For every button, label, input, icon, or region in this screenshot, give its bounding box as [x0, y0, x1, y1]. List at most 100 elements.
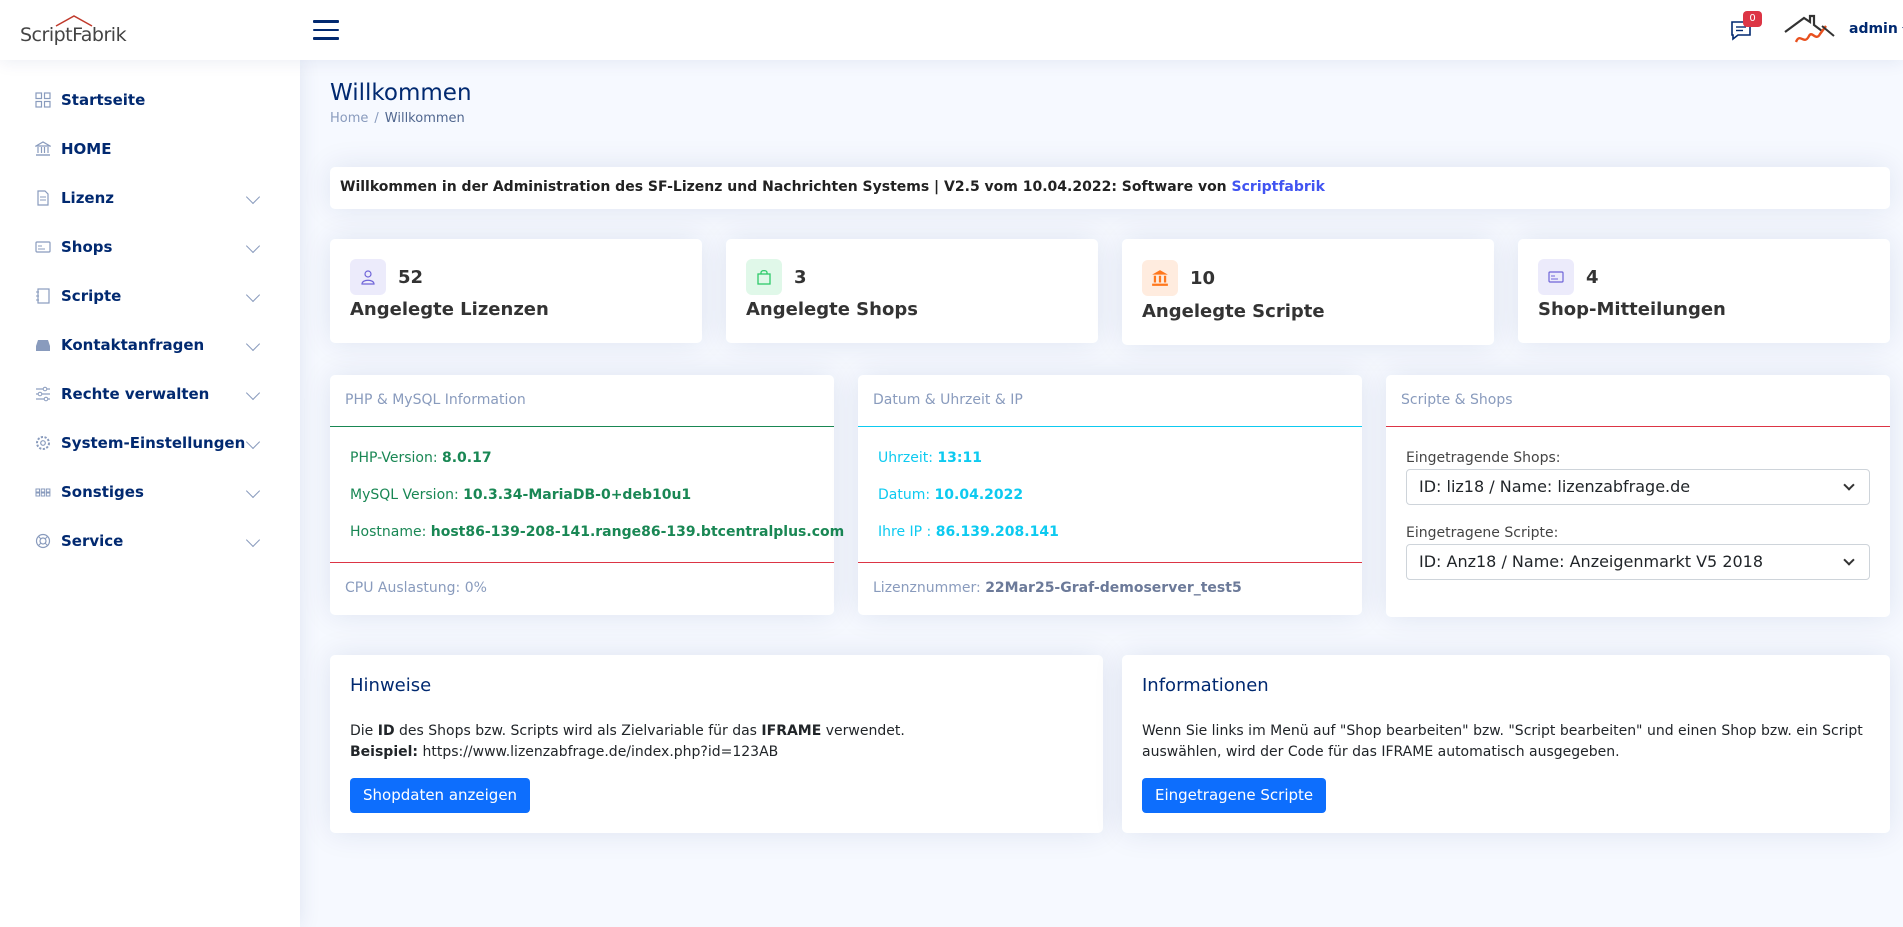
sidebar-item-startseite[interactable]: Startseite	[20, 81, 270, 119]
php-mysql-card: PHP & MySQL Information PHP-Version: 8.0…	[330, 375, 844, 615]
stat-label: Angelegte Shops	[746, 299, 918, 320]
eingetragene-scripte-button[interactable]: Eingetragene Scripte	[1142, 778, 1327, 813]
cpu-usage: CPU Auslastung: 0%	[345, 580, 487, 596]
bank-icon	[35, 141, 51, 156]
time-label: Uhrzeit:	[878, 450, 938, 466]
stat-count: 10	[1190, 268, 1216, 289]
card-title: Informationen	[1142, 675, 1269, 696]
chevron-down-icon	[245, 189, 261, 205]
bank-icon	[1142, 260, 1178, 296]
scripts-select-value: ID: Anz18 / Name: Anzeigenmarkt V5 2018	[1419, 552, 1764, 571]
gear-icon	[36, 436, 50, 450]
divider	[330, 562, 834, 563]
stat-label: Angelegte Scripte	[1142, 301, 1325, 322]
ip: Ihre IP : 86.139.208.141	[878, 524, 1059, 540]
sidebar-item-home[interactable]: HOME	[20, 130, 270, 168]
example-url: https://www.lizenzabfrage.de/index.php?i…	[418, 744, 779, 760]
breadcrumb-home[interactable]: Home	[330, 111, 368, 126]
hostname-label: Hostname:	[350, 524, 431, 540]
burger-line	[313, 28, 339, 31]
stat-label: Shop-Mitteilungen	[1538, 299, 1726, 320]
bag-icon	[746, 259, 782, 295]
chevron-down-icon	[1843, 554, 1855, 566]
hostname-value: host86-139-208-141.range86-139.btcentral…	[430, 524, 845, 540]
user-menu[interactable]: admin	[1849, 21, 1903, 37]
informationen-text: Wenn Sie links im Menü auf "Shop bearbei…	[1142, 723, 1863, 760]
messages-badge: 0	[1743, 11, 1762, 27]
scripts-select-label: Eingetragene Scripte:	[1406, 525, 1559, 541]
text: verwendet.	[821, 723, 905, 739]
person-icon	[350, 259, 386, 295]
license-label: Lizenznummer:	[873, 580, 986, 596]
date: Datum: 10.04.2022	[878, 487, 1023, 503]
hinweise-text: Die ID des Shops bzw. Scripts wird als Z…	[350, 721, 1085, 763]
card-title: Scripte & Shops	[1401, 392, 1513, 408]
sidebar-item-sonstiges[interactable]: Sonstiges	[20, 473, 270, 511]
avatar[interactable]	[1782, 12, 1838, 48]
php-version-label: PHP-Version:	[350, 450, 442, 466]
scripts-select[interactable]: ID: Anz18 / Name: Anzeigenmarkt V5 2018	[1406, 544, 1870, 580]
sidebar-item-label: Sonstiges	[61, 483, 144, 501]
user-name: admin	[1849, 21, 1898, 37]
chevron-down-icon	[245, 336, 261, 352]
chevron-down-icon	[245, 434, 261, 450]
ip-label: Ihre IP :	[878, 524, 936, 540]
sidebar-item-label: Startseite	[61, 91, 146, 109]
date-label: Datum:	[878, 487, 935, 503]
page-title: Willkommen	[330, 80, 472, 106]
logo-text: ScriptFabrik	[20, 24, 127, 46]
scripts-shops-card: Scripte & Shops Eingetragende Shops: ID:…	[1386, 375, 1890, 617]
menu-toggle-button[interactable]	[313, 20, 339, 40]
chevron-down-icon	[1843, 479, 1855, 491]
sidebar-item-label: HOME	[61, 140, 112, 158]
text-bold: Beispiel:	[350, 744, 419, 760]
time-value: 13:11	[937, 450, 982, 466]
stat-count: 4	[1586, 267, 1599, 288]
divider	[1386, 426, 1890, 427]
stat-card-lizenzen: 52 Angelegte Lizenzen	[330, 239, 702, 343]
sidebar-item-lizenz[interactable]: Lizenz	[20, 179, 270, 217]
welcome-text: Willkommen in der Administration des SF-…	[340, 179, 1232, 195]
stat-card-scripte: 10 Angelegte Scripte	[1122, 239, 1494, 345]
stat-label: Angelegte Lizenzen	[350, 299, 549, 320]
chevron-down-icon	[245, 385, 261, 401]
sidebar-item-label: Shops	[61, 238, 113, 256]
chevron-down-icon	[245, 287, 261, 303]
stat-count: 3	[794, 267, 807, 288]
mysql-version-value: 10.3.34-MariaDB-0+deb10u1	[463, 487, 692, 503]
text-bold: ID	[377, 723, 395, 739]
file-icon	[37, 190, 49, 206]
stat-card-shops: 3 Angelegte Shops	[726, 239, 1098, 343]
text: Die	[350, 723, 378, 739]
sidebar-item-rechte-verwalten[interactable]: Rechte verwalten	[20, 375, 270, 413]
scriptfabrik-link[interactable]: Scriptfabrik	[1232, 179, 1325, 195]
sidebar: Startseite HOME Lizenz Shops Scripte Kon…	[0, 60, 300, 927]
time: Uhrzeit: 13:11	[878, 450, 982, 466]
sidebar-item-system-einstellungen[interactable]: System-Einstellungen	[20, 424, 270, 462]
sidebar-item-shops[interactable]: Shops	[20, 228, 270, 266]
top-header: ScriptFabrik 0 admin	[0, 0, 1903, 60]
sidebar-item-label: Service	[61, 532, 124, 550]
hinweise-card: Hinweise Die ID des Shops bzw. Scripts w…	[330, 655, 1103, 833]
shopdaten-anzeigen-button[interactable]: Shopdaten anzeigen	[350, 778, 531, 813]
sidebar-item-scripte[interactable]: Scripte	[20, 277, 270, 315]
dots-icon	[35, 488, 51, 497]
stat-card-mitteilungen: 4 Shop-Mitteilungen	[1518, 239, 1890, 343]
breadcrumb-current: Willkommen	[384, 111, 465, 126]
grid-icon	[35, 92, 51, 108]
card-title: Datum & Uhrzeit & IP	[873, 392, 1023, 408]
chevron-down-icon	[245, 483, 261, 499]
sidebar-item-kontaktanfragen[interactable]: Kontaktanfragen	[20, 326, 270, 364]
divider	[330, 426, 834, 427]
card-icon	[35, 241, 51, 253]
text: des Shops bzw. Scripts wird als Zielvari…	[394, 723, 762, 739]
sidebar-item-service[interactable]: Service	[20, 522, 270, 560]
shops-select[interactable]: ID: liz18 / Name: lizenzabfrage.de	[1406, 469, 1870, 505]
date-value: 10.04.2022	[934, 487, 1024, 503]
sidebar-item-label: System-Einstellungen	[61, 434, 246, 452]
mysql-version-label: MySQL Version:	[350, 487, 464, 503]
hostname: Hostname: host86-139-208-141.range86-139…	[350, 524, 844, 540]
lifebuoy-icon	[35, 533, 51, 549]
license-number: Lizenznummer: 22Mar25-Graf-demoserver_te…	[873, 580, 1242, 596]
informationen-card: Informationen Wenn Sie links im Menü auf…	[1122, 655, 1890, 833]
